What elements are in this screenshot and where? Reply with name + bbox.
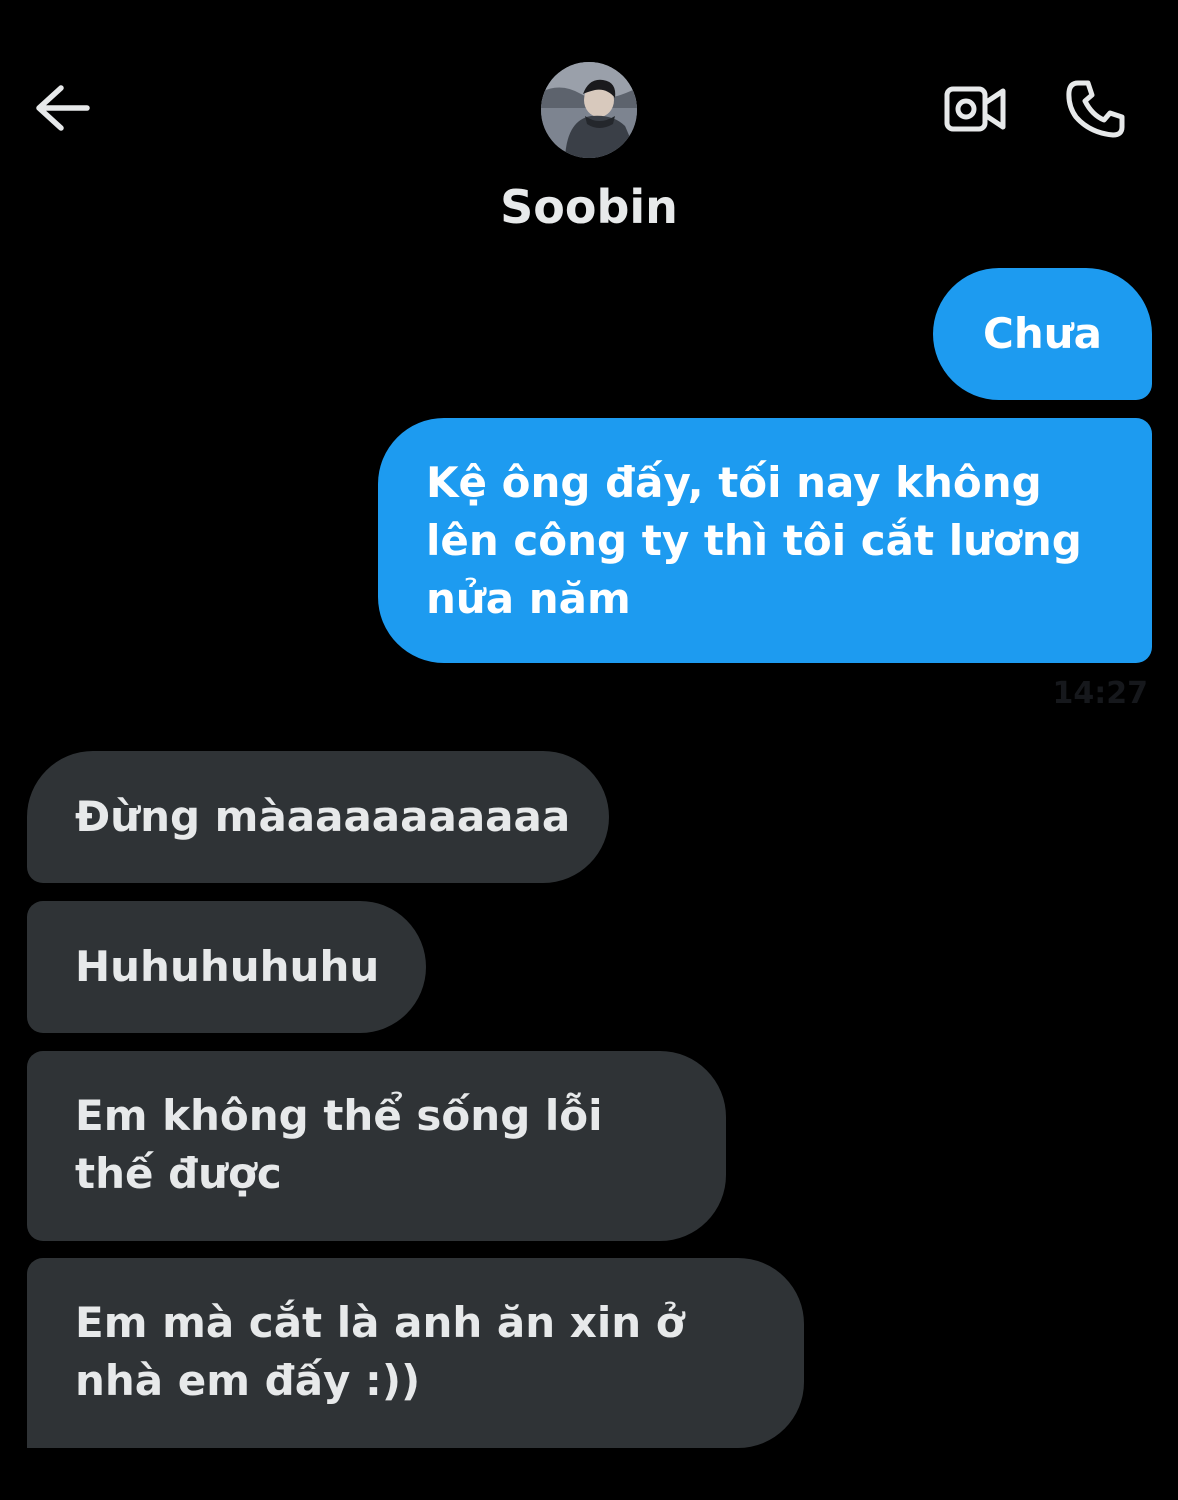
message-text: Chưa [983,309,1102,358]
message-bubble-received[interactable]: Huhuhuhuhu [27,901,426,1033]
video-call-button[interactable] [942,78,1008,144]
message-text: Đừng màaaaaaaaaaa [75,792,571,841]
back-button[interactable] [30,80,94,140]
video-camera-icon [943,83,1007,139]
message-bubble-received[interactable]: Đừng màaaaaaaaaaa [27,751,609,883]
message-text: Huhuhuhuhu [75,942,380,991]
message-text: Em không thể sống lỗi thế được [75,1091,603,1198]
message-bubble-received[interactable]: Em không thể sống lỗi thế được [27,1051,726,1241]
phone-call-button[interactable] [1062,78,1128,144]
message-bubble-sent[interactable]: Kệ ông đấy, tối nay không lên công ty th… [378,418,1152,663]
chat-header: Soobin [0,0,1178,250]
message-bubble-received[interactable]: Em mà cắt là anh ăn xin ở nhà em đấy :)) [27,1258,804,1448]
message-timestamp: 14:27 [1052,676,1149,711]
arrow-left-icon [33,83,91,137]
avatar[interactable] [541,62,637,158]
message-text: Kệ ông đấy, tối nay không lên công ty th… [426,458,1082,623]
message-bubble-sent[interactable]: Chưa [933,268,1152,400]
phone-icon [1064,78,1126,144]
contact-name: Soobin [500,180,678,234]
message-text: Em mà cắt là anh ăn xin ở nhà em đấy :)) [75,1298,685,1405]
